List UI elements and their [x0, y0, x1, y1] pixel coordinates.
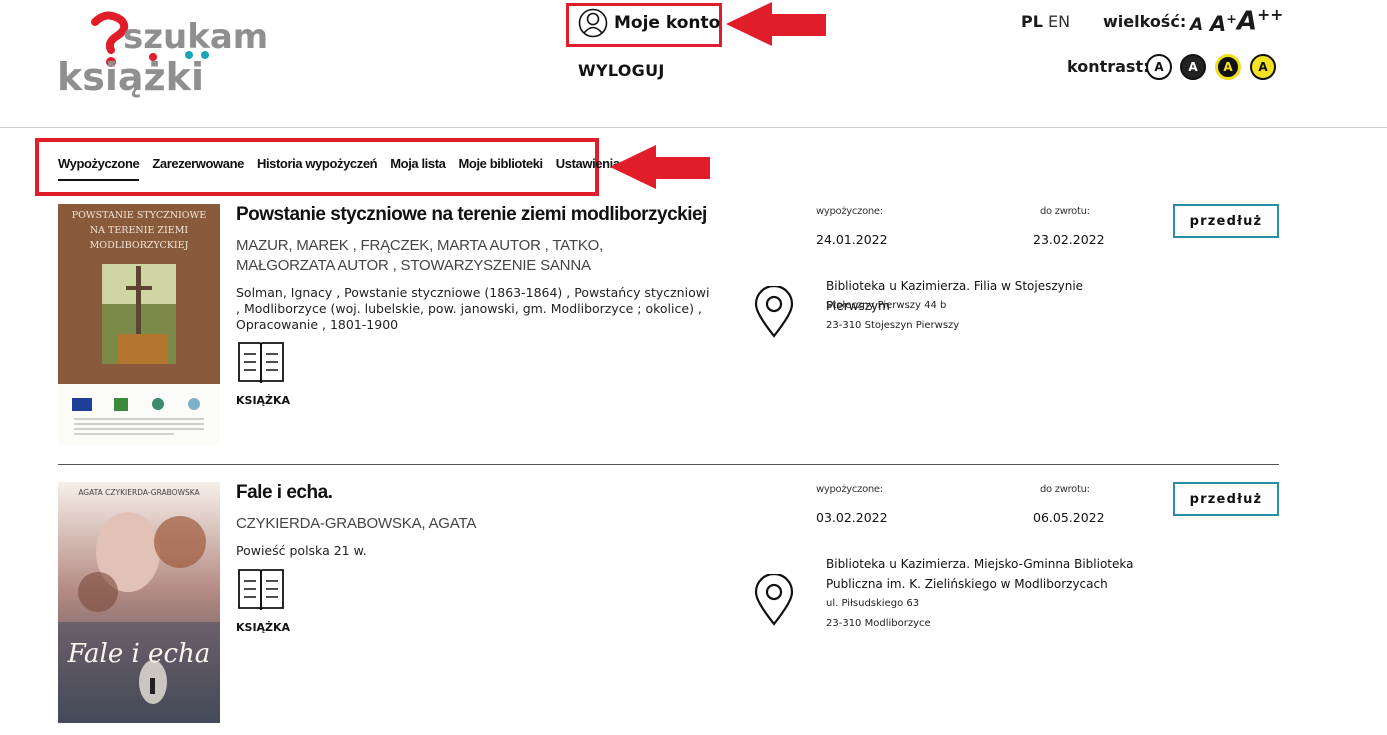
user-icon [578, 8, 608, 38]
account-label: Moje konto [614, 13, 721, 33]
contrast-black-yellow[interactable]: A [1215, 54, 1241, 80]
header-divider [0, 127, 1387, 128]
due-date: 23.02.2022 [1033, 232, 1105, 247]
tab-my-libraries[interactable]: Moje biblioteki [458, 156, 543, 181]
tab-reserved[interactable]: Zarezerwowane [152, 156, 244, 181]
font-size-xlarge-label: A [1237, 6, 1258, 37]
annotation-arrow-icon [726, 2, 826, 46]
item-type: KSIĄŻKA [236, 621, 291, 634]
font-size-normal[interactable]: A [1190, 15, 1203, 35]
contrast-default[interactable]: A [1146, 54, 1172, 80]
borrowed-date: 03.02.2022 [816, 510, 888, 525]
font-size-large-sup: + [1226, 11, 1237, 26]
logout-link[interactable]: WYLOGUJ [578, 61, 665, 80]
extend-button[interactable]: przedłuż [1173, 482, 1279, 516]
book-icon [238, 342, 284, 384]
font-size-xlarge-sup: ++ [1257, 6, 1284, 24]
borrowed-label: wypożyczone: [816, 484, 883, 495]
font-size-large-label: A [1210, 12, 1227, 36]
font-size-normal-label: A [1190, 15, 1204, 35]
item-authors: CZYKIERDA-GRABOWSKA, AGATA [236, 515, 477, 532]
extend-button[interactable]: przedłuż [1173, 204, 1279, 238]
book-cover[interactable]: AGATA CZYKIERDA-GRABOWSKA Fale i echa [58, 482, 220, 723]
contrast-yellow-black[interactable]: A [1250, 54, 1276, 80]
item-subjects: Powieść polska 21 w. [236, 543, 367, 558]
contrast-dark[interactable]: A [1180, 54, 1206, 80]
font-size-large[interactable]: A+ [1210, 11, 1237, 36]
font-size-xlarge[interactable]: A++ [1237, 6, 1283, 37]
annotation-arrow-icon [610, 145, 710, 189]
library-address-line2: 23-310 Modliborzyce [826, 618, 931, 629]
item-subjects: Solman, Ignacy , Powstanie styczniowe (1… [236, 285, 710, 332]
tab-my-list[interactable]: Moja lista [390, 156, 446, 181]
item-authors: MAZUR, MAREK , FRĄCZEK, MARTA AUTOR , TA… [236, 237, 604, 274]
item-divider [58, 464, 1279, 465]
library-name[interactable]: Biblioteka u Kazimierza. Miejsko-Gminna … [826, 554, 1146, 594]
cover-author-text: AGATA CZYKIERDA-GRABOWSKA [78, 488, 200, 497]
due-date: 06.05.2022 [1033, 510, 1105, 525]
logo-line1: szukam [123, 17, 267, 57]
cover-title-text: POWSTANIE STYCZNIOWE NA TERENIE ZIEMI MO… [71, 210, 207, 251]
lang-pl[interactable]: PL [1021, 12, 1043, 31]
due-label: do zwrotu: [1040, 484, 1090, 495]
book-icon [238, 569, 284, 611]
item-type: KSIĄŻKA [236, 394, 291, 407]
library-address-line1: ul. Piłsudskiego 63 [826, 598, 920, 609]
item-title[interactable]: Fale i echa. [236, 482, 333, 504]
location-pin-icon [754, 574, 794, 626]
tab-borrowed[interactable]: Wypożyczone [58, 156, 140, 181]
library-address-line1: Stołeczny Pierwszy 44 b [826, 300, 947, 311]
lang-en[interactable]: EN [1048, 12, 1070, 31]
cover-title-text: Fale i echa [67, 639, 211, 669]
logo-line2: książki [57, 55, 204, 99]
site-logo[interactable]: szukam książki [57, 8, 268, 104]
book-cover[interactable]: POWSTANIE STYCZNIOWE NA TERENIE ZIEMI MO… [58, 204, 220, 445]
borrowed-label: wypożyczone: [816, 206, 883, 217]
tab-history[interactable]: Historia wypożyczeń [257, 156, 378, 181]
item-title[interactable]: Powstanie styczniowe na terenie ziemi mo… [236, 204, 707, 226]
location-pin-icon [754, 286, 794, 338]
library-address-line2: 23-310 Stojeszyn Pierwszy [826, 320, 960, 331]
contrast-label: kontrast: [1067, 57, 1150, 76]
due-label: do zwrotu: [1040, 206, 1090, 217]
borrowed-date: 24.01.2022 [816, 232, 888, 247]
font-size-label: wielkość: [1103, 12, 1187, 31]
account-tabs: Wypożyczone Zarezerwowane Historia wypoż… [58, 156, 620, 181]
account-link[interactable]: Moje konto [578, 8, 720, 38]
